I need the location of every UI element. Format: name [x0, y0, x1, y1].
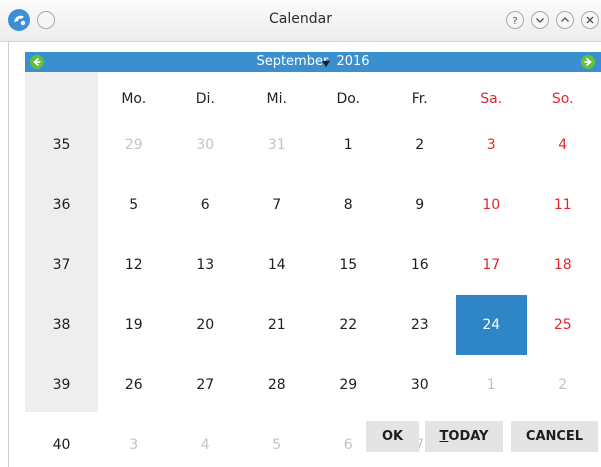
week-number-column [25, 72, 98, 412]
weekday-header: Do. [336, 91, 361, 107]
day-cell[interactable]: 8 [313, 193, 385, 217]
day-cell[interactable]: 11 [527, 193, 599, 217]
day-cell[interactable]: 14 [241, 253, 313, 277]
day-cell[interactable]: 1 [313, 133, 385, 157]
day-cell[interactable]: 28 [241, 373, 313, 397]
day-cell[interactable]: 6 [170, 193, 242, 217]
day-cell[interactable]: 3 [98, 433, 170, 457]
week-number: 40 [52, 437, 71, 453]
month-selector[interactable]: September 2016 [25, 54, 601, 69]
day-cell[interactable]: 10 [456, 193, 528, 217]
arrow-right-icon [584, 57, 592, 67]
day-cell[interactable]: 26 [98, 373, 170, 397]
day-cell[interactable]: 4 [527, 133, 599, 157]
window-frame-edge [8, 41, 9, 467]
day-cell[interactable]: 12 [98, 253, 170, 277]
day-cell[interactable]: 1 [456, 373, 528, 397]
day-cell[interactable]: 27 [170, 373, 242, 397]
day-cell[interactable]: 20 [170, 313, 242, 337]
help-button[interactable]: ? [506, 11, 524, 29]
weekday-header: Mi. [266, 91, 287, 107]
day-cell[interactable]: 7 [241, 193, 313, 217]
week-number: 39 [52, 377, 71, 393]
day-cell[interactable]: 23 [384, 313, 456, 337]
day-cell[interactable]: 3 [456, 133, 528, 157]
day-cell[interactable]: 2 [527, 373, 599, 397]
dropdown-arrow-icon [322, 61, 331, 67]
day-cell[interactable]: 22 [313, 313, 385, 337]
day-cell[interactable]: 9 [384, 193, 456, 217]
day-cell[interactable]: 5 [98, 193, 170, 217]
weekday-header: Mo. [121, 91, 147, 107]
day-cell[interactable]: 25 [527, 313, 599, 337]
day-cell[interactable]: 21 [241, 313, 313, 337]
month-header: September 2016 [25, 52, 601, 72]
minimize-button[interactable] [531, 11, 549, 29]
day-cell[interactable]: 2 [384, 133, 456, 157]
selected-day-cell[interactable]: 24 [455, 295, 527, 355]
week-number: 37 [52, 257, 71, 273]
day-cell[interactable]: 19 [98, 313, 170, 337]
next-month-button[interactable] [581, 55, 595, 69]
day-cell[interactable]: 18 [527, 253, 599, 277]
week-number: 38 [52, 317, 71, 333]
close-button[interactable] [581, 11, 599, 29]
cancel-button[interactable]: CANCEL [511, 421, 598, 452]
today-label-rest: ODAY [448, 429, 489, 444]
day-cell[interactable]: 30 [170, 133, 242, 157]
day-cell[interactable]: 17 [456, 253, 528, 277]
day-cell[interactable]: 5 [241, 433, 313, 457]
day-cell[interactable]: 29 [98, 133, 170, 157]
weekday-header: Sa. [480, 91, 503, 107]
day-cell[interactable]: 30 [384, 373, 456, 397]
weekday-header: Di. [195, 91, 215, 107]
day-cell[interactable]: 29 [313, 373, 385, 397]
title-bar: Calendar ? [0, 0, 601, 42]
month-year-label: September 2016 [256, 54, 370, 69]
weekday-header: Fr. [411, 91, 428, 107]
weekday-header: So. [551, 91, 574, 107]
day-cell[interactable]: 16 [384, 253, 456, 277]
svg-text:?: ? [512, 16, 517, 27]
day-cell[interactable]: 13 [170, 253, 242, 277]
day-cell[interactable]: 4 [170, 433, 242, 457]
day-cell[interactable]: 31 [241, 133, 313, 157]
today-button[interactable]: TODAY [425, 421, 503, 452]
ok-button[interactable]: OK [366, 421, 419, 452]
day-cell[interactable]: 15 [313, 253, 385, 277]
maximize-button[interactable] [556, 11, 574, 29]
week-number: 35 [52, 137, 71, 153]
week-number: 36 [52, 197, 71, 213]
